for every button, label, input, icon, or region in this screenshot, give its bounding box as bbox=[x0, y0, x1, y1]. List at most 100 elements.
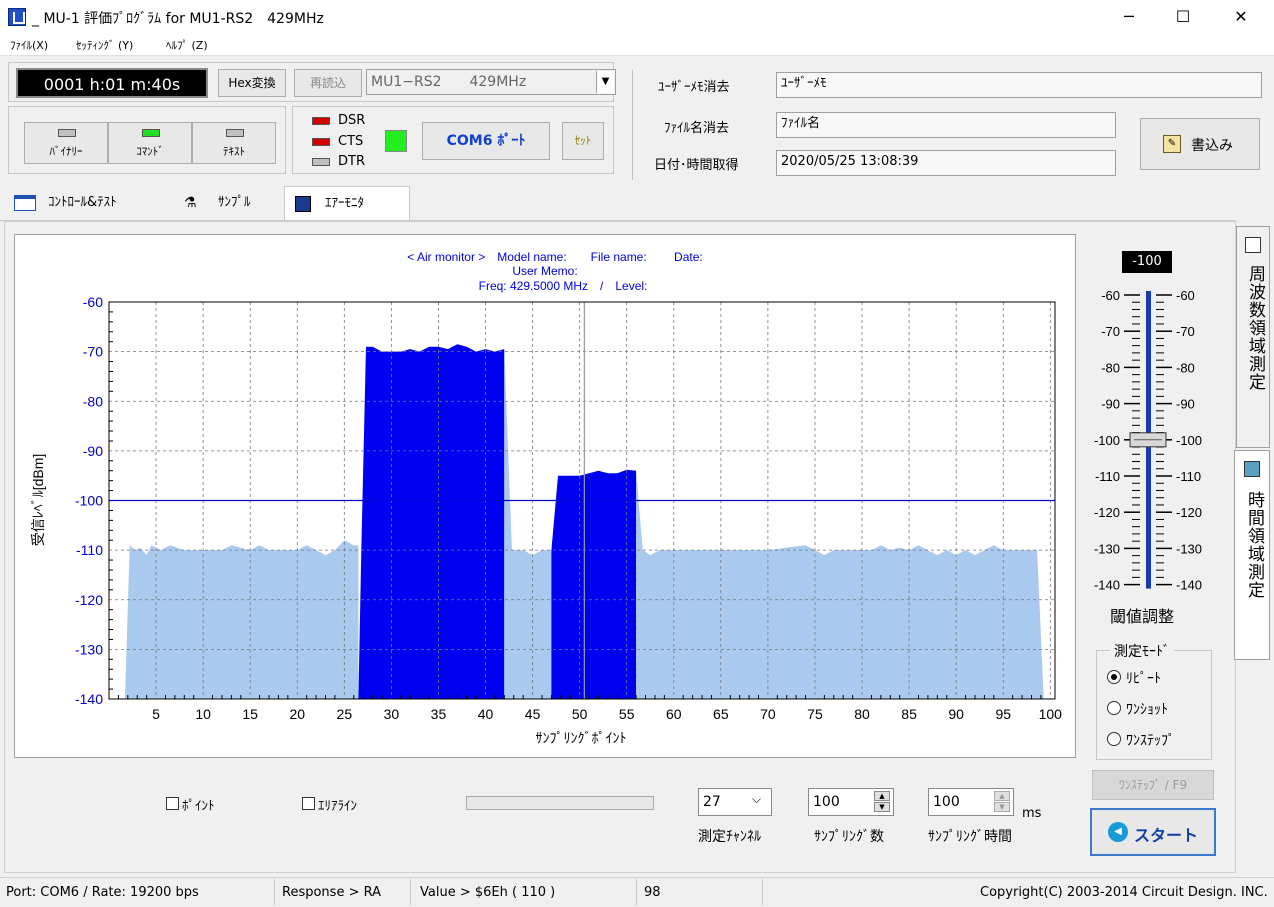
text-mode-button[interactable]: ﾃｷｽﾄ bbox=[192, 122, 276, 164]
tab-sample[interactable]: ⚗ ｻﾝﾌﾟﾙ bbox=[174, 186, 284, 220]
series-area-3 bbox=[551, 469, 637, 699]
onestep-f9-button[interactable]: ﾜﾝｽﾃｯﾌﾟ / F9 bbox=[1092, 770, 1214, 800]
spin-down-icon[interactable]: ▼ bbox=[874, 802, 890, 812]
slider-label-right: -80 bbox=[1176, 360, 1195, 375]
x-tick-label: 25 bbox=[337, 706, 353, 722]
status-count: 98 bbox=[644, 885, 661, 900]
datetime-field[interactable]: 2020/05/25 13:08:39 bbox=[776, 150, 1116, 176]
chevron-down-icon[interactable]: ▼ bbox=[596, 71, 614, 93]
maximize-button[interactable]: ☐ bbox=[1160, 0, 1206, 34]
window-title: _ MU-1 評価ﾌﾟﾛｸﾞﾗﾑ for MU1-RS2 429MHz bbox=[32, 11, 324, 27]
com-port-button[interactable]: COM6 ﾎﾟｰﾄ bbox=[422, 122, 550, 160]
tab-air-label: ｴｱｰﾓﾆﾀ bbox=[325, 196, 364, 211]
slider-label-left: -140 bbox=[1094, 578, 1120, 593]
write-button[interactable]: ✎ 書込み bbox=[1140, 118, 1260, 170]
write-icon: ✎ bbox=[1163, 135, 1181, 153]
memo-field[interactable]: ﾕｰｻﾞｰﾒﾓ bbox=[776, 72, 1262, 98]
slider-label-left: -90 bbox=[1101, 397, 1120, 412]
vtab-time-label: 時間領域測定 bbox=[1244, 491, 1264, 599]
threshold-label: 閾値調整 bbox=[1110, 607, 1175, 626]
x-axis-label: ｻﾝﾌﾟﾘﾝｸﾞﾎﾟｲﾝﾄ bbox=[536, 730, 627, 746]
status-copyright: Copyright(C) 2003-2014 Circuit Design. I… bbox=[980, 885, 1268, 900]
y-tick-label: -130 bbox=[75, 641, 103, 657]
slider-label-left: -100 bbox=[1094, 433, 1120, 448]
x-tick-label: 80 bbox=[854, 706, 870, 722]
status-separator bbox=[636, 879, 637, 905]
menu-help[interactable]: ﾍﾙﾌﾟ (Z) bbox=[166, 37, 208, 53]
datetime-get-label[interactable]: 日付･時間取得 bbox=[654, 154, 739, 173]
filename-clear-label[interactable]: ﾌｧｲﾙ名消去 bbox=[664, 117, 729, 136]
arealine-checkbox[interactable] bbox=[302, 797, 315, 810]
binary-label: ﾊﾞｲﾅﾘｰ bbox=[49, 145, 83, 158]
threshold-value: -100 bbox=[1122, 251, 1172, 273]
chart-header-line2: User Memo: bbox=[512, 264, 577, 278]
y-tick-label: -110 bbox=[76, 542, 103, 558]
oneshot-radio[interactable] bbox=[1107, 701, 1121, 715]
slider-label-left: -110 bbox=[1095, 469, 1120, 484]
repeat-radio[interactable] bbox=[1107, 670, 1121, 684]
spin-up-icon[interactable]: ▲ bbox=[994, 791, 1010, 801]
spin-up-icon[interactable]: ▲ bbox=[874, 791, 890, 801]
progress-bar bbox=[466, 796, 654, 810]
model-select[interactable]: MU1−RS2 429MHz bbox=[366, 69, 616, 95]
series-area-4 bbox=[636, 470, 1044, 699]
y-tick-label: -70 bbox=[83, 344, 103, 360]
vtab-frequency-label: 周波数領域測定 bbox=[1245, 265, 1265, 391]
write-label: 書込み bbox=[1191, 138, 1233, 154]
x-tick-label: 85 bbox=[901, 706, 917, 722]
dtr-label: DTR bbox=[338, 154, 365, 169]
x-tick-label: 65 bbox=[713, 706, 729, 722]
oneshot-label[interactable]: ﾜﾝｼｮｯﾄ bbox=[1126, 699, 1168, 719]
onestep-radio[interactable] bbox=[1107, 732, 1121, 746]
slider-label-left: -80 bbox=[1101, 360, 1120, 375]
measure-mode-title: 測定ﾓｰﾄﾞ bbox=[1110, 641, 1174, 661]
status-separator bbox=[274, 879, 275, 905]
vtab-time[interactable]: 時間領域測定 bbox=[1234, 450, 1270, 660]
cts-label: CTS bbox=[338, 134, 364, 149]
cts-led bbox=[312, 138, 330, 146]
vtab-frequency[interactable]: 周波数領域測定 bbox=[1236, 226, 1270, 448]
onestep-label[interactable]: ﾜﾝｽﾃｯﾌﾟ bbox=[1126, 730, 1175, 750]
dsr-led bbox=[312, 117, 330, 125]
point-checkbox[interactable] bbox=[166, 797, 179, 810]
set-button[interactable]: ｾｯﾄ bbox=[562, 122, 604, 160]
filename-field[interactable]: ﾌｧｲﾙ名 bbox=[776, 112, 1116, 138]
hex-convert-button[interactable]: Hex変換 bbox=[218, 69, 286, 97]
chart-header-line1: < Air monitor > Model name: File name: D… bbox=[407, 250, 702, 264]
tab-air-monitor[interactable]: ｴｱｰﾓﾆﾀ bbox=[284, 186, 410, 220]
memo-clear-label[interactable]: ﾕｰｻﾞｰﾒﾓ消去 bbox=[658, 76, 730, 95]
slider-label-left: -70 bbox=[1101, 324, 1120, 339]
command-mode-button[interactable]: ｺﾏﾝﾄﾞ bbox=[108, 122, 192, 164]
close-button[interactable]: ✕ bbox=[1218, 0, 1264, 34]
slider-label-right: -140 bbox=[1176, 578, 1202, 593]
menu-file[interactable]: ﾌｧｲﾙ(X) bbox=[10, 37, 48, 53]
x-tick-label: 30 bbox=[384, 706, 400, 722]
x-tick-label: 20 bbox=[289, 706, 305, 722]
binary-mode-button[interactable]: ﾊﾞｲﾅﾘｰ bbox=[24, 122, 108, 164]
chevron-down-icon[interactable]: ⌵ bbox=[752, 792, 761, 807]
spin-down-icon[interactable]: ▼ bbox=[994, 802, 1010, 812]
chart-icon bbox=[1245, 237, 1261, 253]
arealine-label[interactable]: ｴﾘｱﾗｲﾝ bbox=[318, 795, 357, 814]
minimize-button[interactable]: ─ bbox=[1106, 0, 1152, 34]
dsr-label: DSR bbox=[338, 113, 366, 128]
binary-led bbox=[58, 129, 76, 137]
command-label: ｺﾏﾝﾄﾞ bbox=[136, 145, 164, 158]
threshold-slider[interactable]: -60 -60 -70 -70 -80 -80 -90 -90 -100 -100 -110 -110… bbox=[1086, 282, 1236, 594]
image-icon bbox=[1244, 461, 1260, 477]
repeat-label[interactable]: ﾘﾋﾟｰﾄ bbox=[1126, 668, 1161, 688]
play-icon: ◀ bbox=[1108, 822, 1128, 842]
start-button[interactable]: ◀ スタート bbox=[1090, 808, 1216, 856]
start-label: スタート bbox=[1134, 826, 1199, 845]
point-label[interactable]: ﾎﾟｲﾝﾄ bbox=[182, 795, 215, 814]
divider bbox=[632, 70, 633, 180]
slider-label-right: -120 bbox=[1176, 505, 1202, 520]
menu-setting[interactable]: ｾｯﾃｨﾝｸﾞ (Y) bbox=[76, 37, 133, 53]
y-tick-label: -80 bbox=[83, 393, 103, 409]
monitor-icon bbox=[295, 196, 311, 212]
reload-button[interactable]: 再読込 bbox=[294, 69, 362, 97]
x-tick-label: 35 bbox=[431, 706, 447, 722]
x-tick-label: 10 bbox=[195, 706, 211, 722]
tab-control-test[interactable]: ｺﾝﾄﾛｰﾙ&ﾃｽﾄ bbox=[4, 186, 174, 220]
dtr-led bbox=[312, 158, 330, 166]
